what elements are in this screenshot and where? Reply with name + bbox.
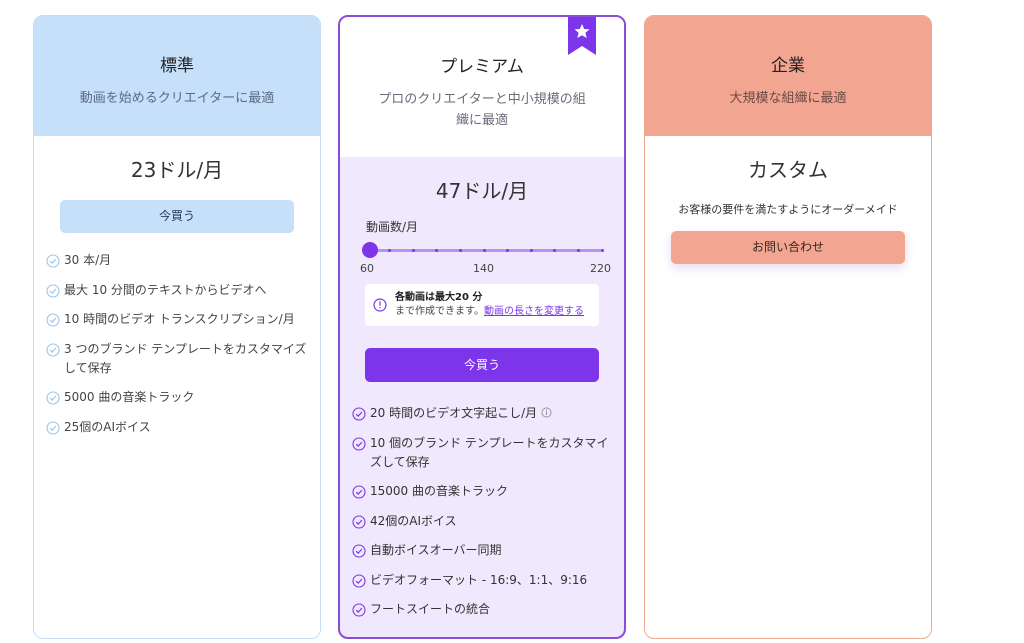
- slider-thumb[interactable]: [362, 242, 378, 258]
- plan-name: プレミアム: [440, 57, 524, 77]
- plan-name: 企業: [771, 56, 805, 76]
- feature-item: 3 つのブランド テンプレートをカスタマイズして保存: [46, 340, 308, 378]
- notice-title: 各動画は最大20 分: [395, 292, 483, 303]
- check-circle-icon: [352, 485, 366, 499]
- feature-text: 5000 曲の音楽トラック: [64, 390, 195, 404]
- plan-price: 23ドル/月: [130, 158, 224, 182]
- check-circle-icon: [352, 407, 366, 421]
- check-circle-icon: [46, 283, 60, 298]
- feature-text: 最大 10 分間のテキストからビデオへ: [64, 282, 267, 297]
- feature-item: フートスイートの統合: [352, 600, 612, 619]
- feature-text: 10 時間のビデオ トランスクリプション/月: [64, 312, 295, 326]
- plan-detail: お客様の要件を満たすようにオーダーメイド: [678, 203, 898, 216]
- feature-list: 20 時間のビデオ文字起こし/月 10 個のブランド テンプレートをカスタマイズし…: [340, 404, 624, 619]
- slider-step: [458, 249, 462, 252]
- plan-header: 標準 動画を始めるクリエイターに最適: [34, 16, 320, 136]
- feature-item: 最大 10 分間のテキストからビデオへ: [46, 281, 308, 300]
- plan-description: プロのクリエイターと中小規模の組織に最適: [378, 92, 586, 128]
- feature-list: 30 本/月最大 10 分間のテキストからビデオへ 10 時間のビデオ トランスク…: [34, 251, 320, 437]
- slider-mid-label: 140: [473, 262, 494, 275]
- feature-item: 15000 曲の音楽トラック: [352, 482, 612, 501]
- feature-item: 10 個のブランド テンプレートをカスタマイズして保存: [352, 434, 612, 472]
- slider-min-label: 60: [360, 262, 374, 275]
- slider-label: 動画数/月: [366, 220, 419, 234]
- check-circle-icon: [46, 391, 60, 405]
- check-circle-icon: [46, 342, 60, 357]
- slider-step: [411, 249, 415, 252]
- duration-notice: 各動画は最大20 分 まで作成できます。動画の長さを変更する: [365, 284, 599, 326]
- plan-description: 大規模な組織に最適: [729, 91, 847, 106]
- feature-item: 25個のAIボイス: [46, 418, 308, 437]
- check-circle-icon: [352, 436, 366, 451]
- feature-item: 10 時間のビデオ トランスクリプション/月: [46, 310, 308, 329]
- videos-per-month-slider[interactable]: [362, 242, 604, 258]
- slider-step: [576, 249, 580, 252]
- info-circle-icon: [373, 298, 387, 312]
- feature-text: 42個のAIボイス: [370, 513, 457, 528]
- check-circle-icon: [352, 514, 366, 529]
- feature-text: 30 本/月: [64, 253, 112, 267]
- plan-price: カスタム: [748, 158, 828, 182]
- plan-header: 企業 大規模な組織に最適: [645, 16, 931, 136]
- feature-text: 10 個のブランド テンプレートをカスタマイズして保存: [370, 435, 609, 469]
- feature-text: 20 時間のビデオ文字起こし/月: [370, 406, 538, 420]
- star-ribbon-icon: [568, 17, 596, 55]
- check-circle-icon: [46, 420, 60, 435]
- plan-price: 47ドル/月: [435, 179, 529, 203]
- slider-max-label: 220: [590, 262, 611, 275]
- feature-item: 42個のAIボイス: [352, 512, 612, 531]
- plan-card-standard: 標準 動画を始めるクリエイターに最適 23ドル/月 今買う 30 本/月最大 1…: [33, 15, 321, 639]
- feature-item: 自動ボイスオーバー同期: [352, 541, 612, 560]
- plan-card-premium: プレミアム プロのクリエイターと中小規模の組織に最適 47ドル/月 動画数/月 …: [338, 15, 626, 639]
- feature-text: 25個のAIボイス: [64, 419, 151, 434]
- plan-name: 標準: [160, 56, 194, 76]
- contact-us-button[interactable]: お問い合わせ: [671, 231, 905, 264]
- plan-card-enterprise: 企業 大規模な組織に最適 カスタム お客様の要件を満たすようにオーダーメイド お…: [644, 15, 932, 639]
- feature-text: 15000 曲の音楽トラック: [370, 484, 508, 498]
- feature-text: ビデオフォーマット - 16:9、1:1、9:16: [370, 572, 588, 587]
- check-circle-icon: [352, 573, 366, 588]
- feature-item: 30 本/月: [46, 251, 308, 270]
- buy-now-button[interactable]: 今買う: [365, 348, 599, 382]
- check-circle-icon: [352, 603, 366, 617]
- feature-text: 自動ボイスオーバー同期: [370, 543, 502, 557]
- feature-item: 20 時間のビデオ文字起こし/月: [352, 404, 612, 423]
- notice-text: まで作成できます。: [395, 306, 484, 317]
- info-circle-icon[interactable]: [541, 407, 552, 418]
- feature-item: ビデオフォーマット - 16:9、1:1、9:16: [352, 571, 612, 590]
- change-video-length-link[interactable]: 動画の長さを変更する: [484, 306, 584, 317]
- plan-description: 動画を始めるクリエイターに最適: [79, 91, 275, 106]
- feature-text: 3 つのブランド テンプレートをカスタマイズして保存: [64, 341, 307, 375]
- buy-now-button[interactable]: 今買う: [60, 200, 294, 233]
- feature-item: 5000 曲の音楽トラック: [46, 388, 308, 407]
- check-circle-icon: [46, 313, 60, 327]
- feature-text: フートスイートの統合: [370, 602, 491, 616]
- slider-step: [529, 249, 533, 252]
- slider-ticks: 60 140 220: [360, 262, 611, 276]
- check-circle-icon: [352, 544, 366, 558]
- slider-step: [482, 249, 486, 252]
- slider-step: [600, 249, 604, 252]
- check-circle-icon: [46, 254, 60, 268]
